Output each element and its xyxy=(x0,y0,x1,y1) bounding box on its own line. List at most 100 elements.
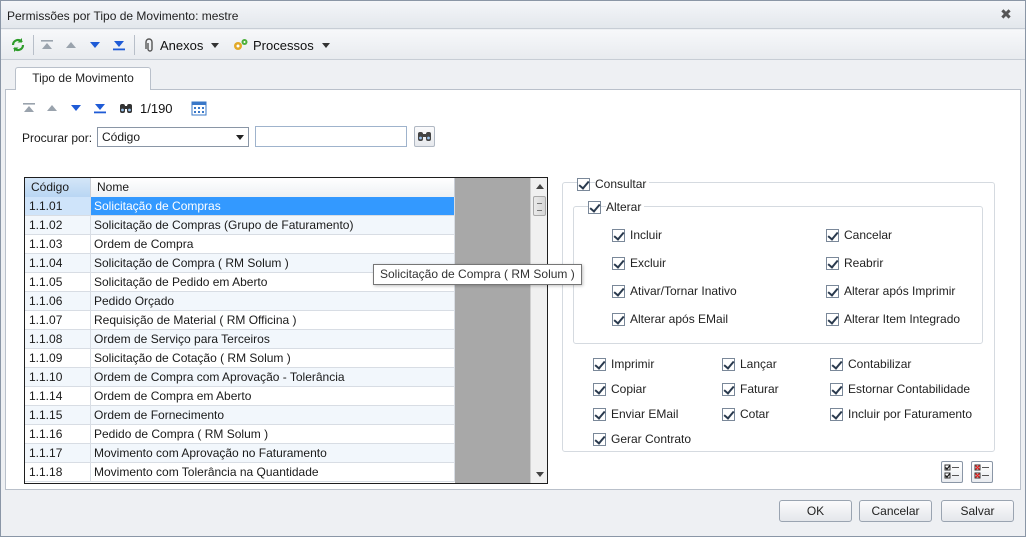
lancar-checkbox[interactable]: Lançar xyxy=(722,356,780,372)
cell-codigo: 1.1.05 xyxy=(25,273,91,291)
table-row[interactable]: 1.1.15 Ordem de Fornecimento xyxy=(25,406,455,425)
contabilizar-checkbox[interactable]: Contabilizar xyxy=(830,356,915,372)
previous-record-icon[interactable] xyxy=(63,36,79,54)
cell-nome: Movimento com Tolerância na Quantidade xyxy=(91,463,455,481)
table-row[interactable]: 1.1.03 Ordem de Compra xyxy=(25,235,455,254)
first-record-icon[interactable] xyxy=(39,36,55,54)
search-field-select[interactable]: Código xyxy=(97,127,249,147)
cell-codigo: 1.1.17 xyxy=(25,444,91,462)
reabrir-checkbox[interactable]: Reabrir xyxy=(826,255,887,271)
alterar-checkbox[interactable]: Alterar xyxy=(588,199,645,215)
cell-codigo: 1.1.18 xyxy=(25,463,91,481)
cell-codigo: 1.1.03 xyxy=(25,235,91,253)
alterar-item-integrado-checkbox[interactable]: Alterar Item Integrado xyxy=(826,311,964,327)
copiar-checkbox[interactable]: Copiar xyxy=(593,381,650,397)
next-record-icon[interactable] xyxy=(87,36,103,54)
anexos-label: Anexos xyxy=(160,37,204,53)
grid-empty-area xyxy=(455,178,530,483)
consultar-checkbox[interactable]: Consultar xyxy=(577,176,650,192)
paperclip-icon xyxy=(145,38,153,52)
cell-codigo: 1.1.06 xyxy=(25,292,91,310)
cell-codigo: 1.1.10 xyxy=(25,368,91,386)
cell-codigo: 1.1.04 xyxy=(25,254,91,272)
anexos-menu[interactable]: Anexos xyxy=(141,36,220,54)
table-row[interactable]: 1.1.07 Requisição de Material ( RM Offici… xyxy=(25,311,455,330)
gerar-contrato-checkbox[interactable]: Gerar Contrato xyxy=(593,431,695,447)
scroll-thumb[interactable] xyxy=(533,196,546,216)
cell-nome: Requisição de Material ( RM Officina ) xyxy=(91,311,455,329)
excluir-checkbox[interactable]: Excluir xyxy=(612,255,670,271)
close-icon[interactable]: ✖ xyxy=(999,7,1013,21)
table-row[interactable]: 1.1.14 Ordem de Compra em Aberto xyxy=(25,387,455,406)
cancelar-checkbox[interactable]: Cancelar xyxy=(826,227,896,243)
grid-vertical-scrollbar[interactable] xyxy=(530,178,547,483)
scroll-down-icon[interactable] xyxy=(536,472,544,477)
cell-nome: Movimento com Aprovação no Faturamento xyxy=(91,444,455,462)
table-row[interactable]: 1.1.16 Pedido de Compra ( RM Solum ) xyxy=(25,425,455,444)
alterar-apos-imprimir-checkbox[interactable]: Alterar após Imprimir xyxy=(826,283,959,299)
table-row[interactable]: 1.1.08 Ordem de Serviço para Terceiros xyxy=(25,330,455,349)
last-record-icon[interactable] xyxy=(92,100,108,116)
table-row[interactable]: 1.1.18 Movimento com Tolerância na Quanti… xyxy=(25,463,455,482)
faturar-checkbox[interactable]: Faturar xyxy=(722,381,782,397)
refresh-icon[interactable] xyxy=(10,36,26,54)
search-field-value: Código xyxy=(102,130,141,144)
last-record-icon[interactable] xyxy=(111,36,127,54)
cell-nome: Solicitação de Compras xyxy=(91,197,455,215)
cell-codigo: 1.1.07 xyxy=(25,311,91,329)
ativar-inativo-checkbox[interactable]: Ativar/Tornar Inativo xyxy=(612,283,740,299)
chevron-down-icon xyxy=(321,42,330,48)
cell-codigo: 1.1.09 xyxy=(25,349,91,367)
processos-label: Processos xyxy=(253,37,314,53)
cell-nome: Pedido Orçado xyxy=(91,292,455,310)
table-row[interactable]: 1.1.06 Pedido Orçado xyxy=(25,292,455,311)
grid-header: Código Nome xyxy=(25,178,455,197)
cotar-checkbox[interactable]: Cotar xyxy=(722,406,773,422)
next-record-icon[interactable] xyxy=(68,100,84,116)
table-row[interactable]: 1.1.02 Solicitação de Compras (Grupo de F… xyxy=(25,216,455,235)
permissions-window: Permissões por Tipo de Movimento: mestre… xyxy=(0,0,1026,537)
first-record-icon[interactable] xyxy=(21,100,37,116)
tab-tipo-de-movimento[interactable]: Tipo de Movimento xyxy=(15,67,151,90)
column-header-nome[interactable]: Nome xyxy=(91,178,455,197)
search-button[interactable] xyxy=(414,126,435,147)
scroll-up-icon[interactable] xyxy=(536,184,544,189)
calendar-grid-icon[interactable] xyxy=(191,100,207,116)
cell-codigo: 1.1.14 xyxy=(25,387,91,405)
cell-codigo: 1.1.16 xyxy=(25,425,91,443)
cell-nome: Ordem de Compra em Aberto xyxy=(91,387,455,405)
find-icon[interactable] xyxy=(118,100,134,116)
cell-nome: Solicitação de Compras (Grupo de Faturam… xyxy=(91,216,455,234)
cell-nome: Ordem de Fornecimento xyxy=(91,406,455,424)
cell-codigo: 1.1.01 xyxy=(25,197,91,215)
binoculars-icon xyxy=(418,132,431,141)
table-row[interactable]: 1.1.01 Solicitação de Compras xyxy=(25,197,455,216)
search-input[interactable] xyxy=(255,126,407,147)
previous-record-icon[interactable] xyxy=(44,100,60,116)
cancel-button[interactable]: Cancelar xyxy=(859,500,932,522)
check-all-button[interactable] xyxy=(941,461,963,483)
uncheck-all-button[interactable] xyxy=(971,461,993,483)
tipo-movimento-grid: Código Nome 1.1.01 Solicitação de Compras… xyxy=(24,177,548,484)
save-button[interactable]: Salvar xyxy=(941,500,1014,522)
alterar-apos-email-checkbox[interactable]: Alterar após EMail xyxy=(612,311,732,327)
record-counter: 1/190 xyxy=(140,101,173,116)
cell-nome: Ordem de Compra com Aprovação - Tolerânc… xyxy=(91,368,455,386)
imprimir-checkbox[interactable]: Imprimir xyxy=(593,356,658,372)
incluir-checkbox[interactable]: Incluir xyxy=(612,227,666,243)
table-row[interactable]: 1.1.10 Ordem de Compra com Aprovação - To… xyxy=(25,368,455,387)
cell-nome: Ordem de Serviço para Terceiros xyxy=(91,330,455,348)
enviar-email-checkbox[interactable]: Enviar EMail xyxy=(593,406,682,422)
estornar-contabilidade-checkbox[interactable]: Estornar Contabilidade xyxy=(830,381,974,397)
check-all-icon xyxy=(944,464,959,479)
table-row[interactable]: 1.1.09 Solicitação de Cotação ( RM Solum … xyxy=(25,349,455,368)
table-row[interactable]: 1.1.17 Movimento com Aprovação no Faturam… xyxy=(25,444,455,463)
toolbar: Anexos Processos xyxy=(1,30,1025,60)
incluir-por-faturamento-checkbox[interactable]: Incluir por Faturamento xyxy=(830,406,976,422)
column-header-codigo[interactable]: Código xyxy=(25,178,91,197)
cell-nome: Ordem de Compra xyxy=(91,235,455,253)
cell-nome: Pedido de Compra ( RM Solum ) xyxy=(91,425,455,443)
ok-button[interactable]: OK xyxy=(779,500,852,522)
processos-menu[interactable]: Processos xyxy=(232,36,330,54)
grid-body: 1.1.01 Solicitação de Compras 1.1.02 Solic… xyxy=(25,197,455,482)
